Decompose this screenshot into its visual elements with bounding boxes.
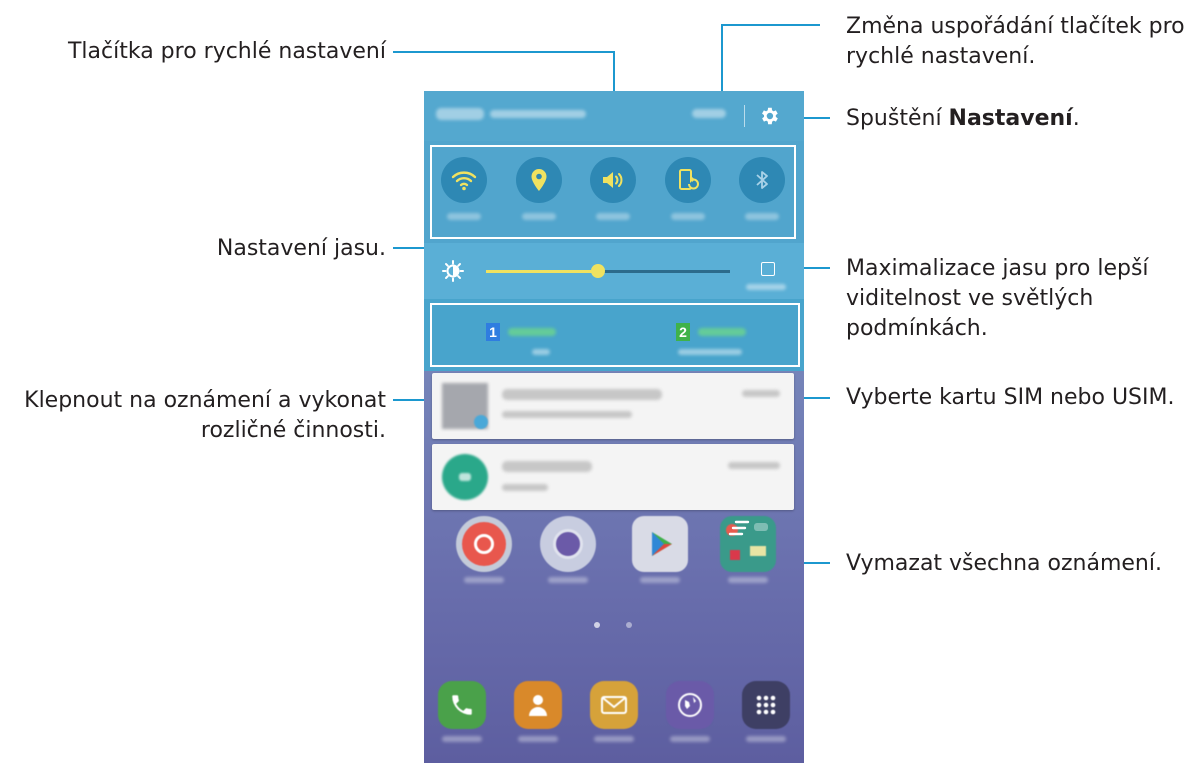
callout-launch-settings: Spuštění Nastavení. <box>846 106 1080 131</box>
outdoor-mode-label <box>746 284 786 290</box>
page-indicator-home <box>594 622 600 628</box>
sound-toggle[interactable] <box>590 157 636 203</box>
wifi-icon <box>451 171 477 191</box>
email-app-icon <box>456 516 512 572</box>
callout-clear-all: Vymazat všechna oznámení. <box>846 551 1162 576</box>
clear-all-notifications-button[interactable] <box>724 517 770 545</box>
callout-notification: Klepnout na oznámení a vykonat rozličné … <box>24 388 386 443</box>
location-toggle[interactable] <box>516 157 562 203</box>
notification-title <box>502 461 592 472</box>
callout-select-sim: Vyberte kartu SIM nebo USIM. <box>846 385 1175 410</box>
notification-panel-header <box>424 91 804 141</box>
screen-rotation-toggle[interactable] <box>665 157 711 203</box>
brightness-icon <box>442 260 464 282</box>
settings-gear-icon[interactable] <box>758 105 780 127</box>
bluetooth-toggle[interactable] <box>739 157 785 203</box>
quick-settings-panel <box>424 141 804 243</box>
date-text <box>490 110 586 118</box>
page-indicator-dot <box>626 622 632 628</box>
callout-brightness: Nastavení jasu. <box>216 236 386 261</box>
wifi-toggle[interactable] <box>441 157 487 203</box>
contacts-app-icon <box>514 681 562 729</box>
clock-text <box>436 108 484 120</box>
outdoor-mode-checkbox[interactable] <box>761 262 775 276</box>
notification-time <box>728 462 780 469</box>
notification-time <box>742 390 780 397</box>
notification-title <box>502 389 662 400</box>
clear-all-icon <box>728 520 768 536</box>
brightness-slider-fill <box>486 270 599 273</box>
camera-app-icon <box>540 516 596 572</box>
apps-app-icon <box>742 681 790 729</box>
callout-max-brightness: Maximalizace jasu pro lepší viditelnost … <box>846 256 1149 341</box>
location-icon <box>531 169 547 191</box>
edit-button[interactable] <box>692 109 726 118</box>
sim-card-panel: 1 2 <box>424 299 804 371</box>
brightness-panel <box>424 243 804 299</box>
callout-rearrange: Změna uspořádání tlačítek pro rychlé nas… <box>846 14 1185 69</box>
phone-app-icon <box>438 681 486 729</box>
messages-app-icon <box>590 681 638 729</box>
play-store-app-icon <box>632 516 688 572</box>
phone-screen: 1 2 <box>424 91 804 763</box>
bluetooth-icon <box>756 171 768 189</box>
callout-quick-buttons: Tlačítka pro rychlé nastavení <box>67 39 386 64</box>
screen-rotation-icon <box>679 169 699 190</box>
header-divider <box>744 105 745 127</box>
notification-text <box>502 411 632 418</box>
sound-icon <box>603 172 623 188</box>
notification-card-screenshot[interactable] <box>432 373 794 439</box>
notification-card-new-voicemail[interactable] <box>432 444 794 510</box>
notification-text <box>502 484 548 491</box>
brightness-slider-thumb[interactable] <box>591 264 606 278</box>
internet-app-icon <box>666 681 714 729</box>
